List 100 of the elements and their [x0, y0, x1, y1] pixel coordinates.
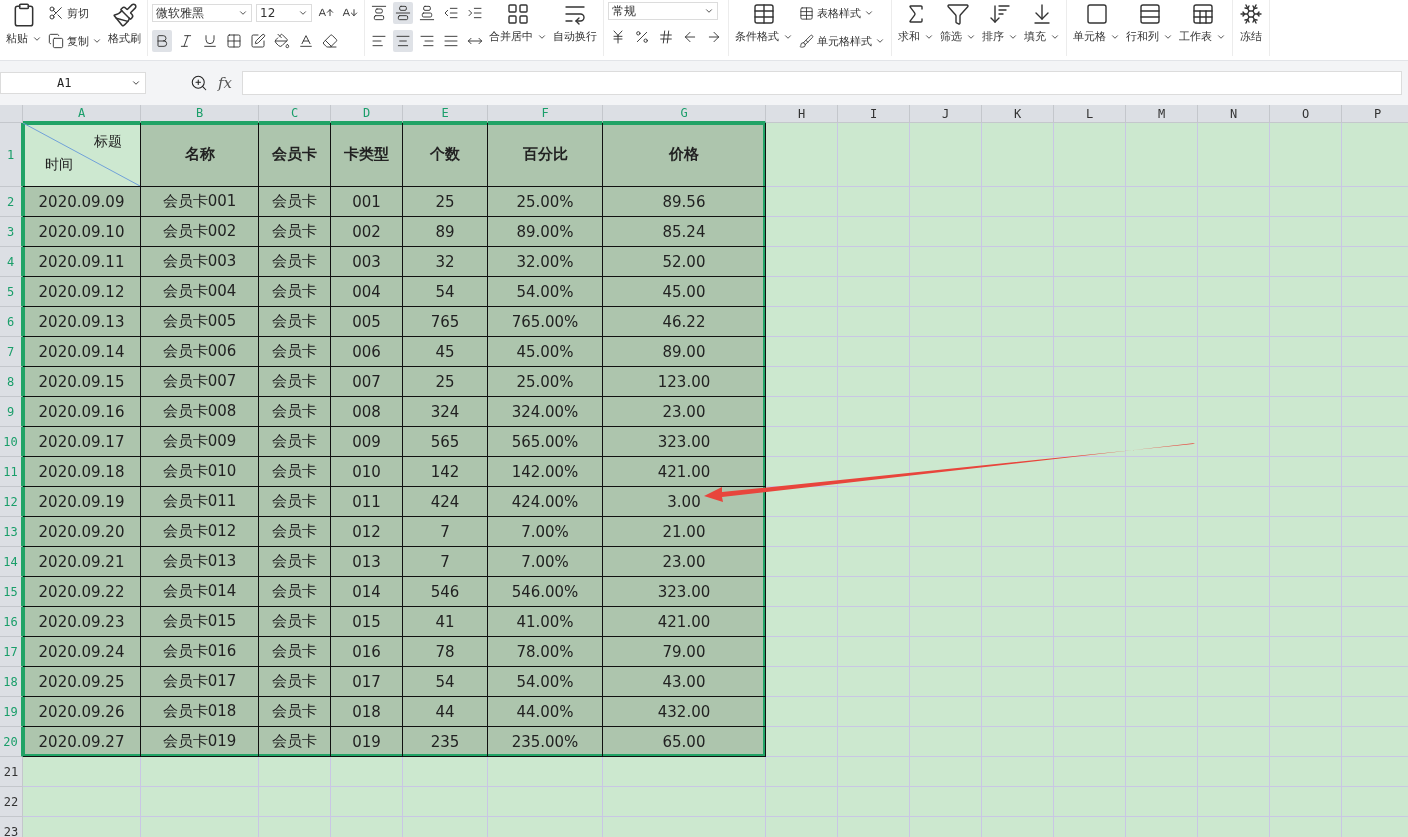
table-cell: 会员卡 [259, 547, 331, 577]
table-icon [799, 5, 814, 21]
column-header[interactable]: L [1054, 105, 1126, 123]
table-cell: 3.00 [603, 487, 766, 517]
merge-cells-icon [506, 2, 530, 26]
table-style-button[interactable]: 表格样式 [797, 2, 887, 24]
table-cell: 65.00 [603, 727, 766, 757]
table-cell: 45 [403, 337, 488, 367]
number-format-select[interactable]: 常规 [608, 2, 718, 20]
table-cell: 46.22 [603, 307, 766, 337]
table-cell: 会员卡005 [141, 307, 259, 337]
table-cell: 008 [331, 397, 403, 427]
formula-input[interactable] [242, 71, 1402, 95]
column-title-cell: 会员卡 [259, 123, 331, 187]
table-cell: 会员卡 [259, 667, 331, 697]
column-header[interactable]: O [1270, 105, 1342, 123]
column-header[interactable]: H [766, 105, 838, 123]
underline-icon [202, 33, 218, 49]
table-cell: 32 [403, 247, 488, 277]
table-cell: 019 [331, 727, 403, 757]
header-label: 标题 [94, 133, 122, 151]
yen-icon [610, 29, 626, 45]
align-middle-button[interactable] [393, 2, 413, 24]
cut-button[interactable]: 剪切 [46, 2, 104, 24]
function-label[interactable]: fx [218, 74, 232, 92]
table-cell: 89.00% [488, 217, 603, 247]
table-cell: 2020.09.10 [23, 217, 141, 247]
column-header[interactable]: J [910, 105, 982, 123]
tool-button[interactable]: 排序 [980, 0, 1020, 46]
table-cell: 45.00% [488, 337, 603, 367]
table-cell: 78 [403, 637, 488, 667]
align-bottom-icon [419, 5, 435, 21]
table-cell: 54.00% [488, 667, 603, 697]
tool-button[interactable]: 行和列 [1124, 0, 1175, 46]
table-cell: 23.00 [603, 397, 766, 427]
tool-button[interactable]: 填充 [1022, 0, 1062, 46]
table-cell: 89.56 [603, 187, 766, 217]
wrap-text-button[interactable]: 自动换行 [551, 0, 599, 46]
table-cell: 89.00 [603, 337, 766, 367]
tool-button[interactable]: 单元格 [1071, 0, 1122, 46]
column-header[interactable]: I [838, 105, 910, 123]
paint-bucket-icon [274, 33, 290, 49]
table-cell: 2020.09.25 [23, 667, 141, 697]
caret-icon [864, 8, 874, 18]
table-cell: 7 [403, 547, 488, 577]
format-painter-button[interactable]: 格式刷 [106, 0, 143, 48]
paste-button[interactable]: 粘贴 [4, 0, 44, 48]
conditional-format-button[interactable]: 条件格式 [733, 0, 795, 46]
thousands-separator-icon [658, 29, 674, 45]
font-size-select[interactable]: 12 [256, 4, 312, 22]
merge-center-button[interactable]: 合并居中 [487, 0, 549, 46]
table-cell: 会员卡013 [141, 547, 259, 577]
tool-button[interactable]: 工作表 [1177, 0, 1228, 46]
table-cell: 015 [331, 607, 403, 637]
table-cell: 2020.09.16 [23, 397, 141, 427]
table-cell: 会员卡 [259, 517, 331, 547]
table-cell: 78.00% [488, 637, 603, 667]
row-header[interactable]: 22 [0, 787, 23, 817]
table-cell: 会员卡009 [141, 427, 259, 457]
table-cell: 001 [331, 187, 403, 217]
name-box[interactable]: A1 [0, 72, 146, 94]
table-cell: 565 [403, 427, 488, 457]
freeze-button[interactable]: 冻结 [1237, 0, 1265, 46]
row-header[interactable]: 21 [0, 757, 23, 787]
column-header[interactable]: P [1342, 105, 1408, 123]
rows-icon [1137, 2, 1162, 26]
table-cell: 017 [331, 667, 403, 697]
bold-button[interactable] [152, 30, 172, 52]
table-cell: 7.00% [488, 547, 603, 577]
table-cell: 421.00 [603, 607, 766, 637]
table-cell: 会员卡016 [141, 637, 259, 667]
column-header[interactable]: K [982, 105, 1054, 123]
table-cell: 2020.09.19 [23, 487, 141, 517]
table-cell: 005 [331, 307, 403, 337]
tool-button[interactable]: 求和 [896, 0, 936, 46]
column-header[interactable]: M [1126, 105, 1198, 123]
snowflake-icon [1239, 2, 1263, 26]
scissors-icon [48, 5, 64, 21]
font-name-select[interactable]: 微软雅黑 [152, 4, 252, 22]
table-cell: 009 [331, 427, 403, 457]
table-cell: 会员卡 [259, 307, 331, 337]
font-color-icon [298, 33, 314, 49]
copy-button[interactable]: 复制 [46, 30, 104, 52]
italic-icon [178, 33, 194, 49]
tool-button[interactable]: 筛选 [938, 0, 978, 46]
table-cell: 2020.09.17 [23, 427, 141, 457]
align-center-button[interactable] [393, 30, 413, 52]
table-cell: 会员卡 [259, 487, 331, 517]
cell-style-button[interactable]: 单元格样式 [797, 30, 887, 52]
column-header[interactable]: N [1198, 105, 1270, 123]
table-cell: 会员卡 [259, 337, 331, 367]
table-cell: 2020.09.09 [23, 187, 141, 217]
row-header[interactable]: 23 [0, 817, 23, 837]
caret-icon [131, 78, 141, 88]
table-cell: 25.00% [488, 187, 603, 217]
table-cell: 546.00% [488, 577, 603, 607]
table-cell: 21.00 [603, 517, 766, 547]
table-cell: 323.00 [603, 427, 766, 457]
caret-icon [875, 36, 885, 46]
table-cell: 会员卡 [259, 457, 331, 487]
